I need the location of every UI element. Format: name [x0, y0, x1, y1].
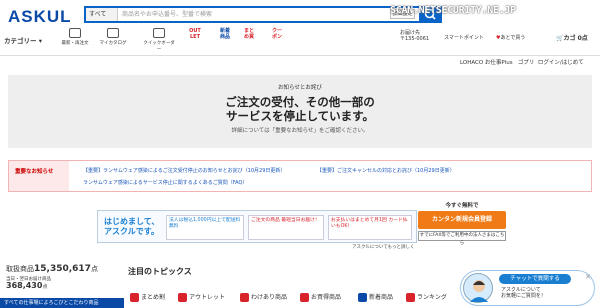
- search-category-select[interactable]: すべて: [86, 8, 118, 21]
- login-link[interactable]: ログイン/はじめて: [538, 60, 584, 66]
- outage-title: ご注文の受付、その他一部の サービスを停止しています。: [8, 95, 592, 123]
- category-bargain-label: お買得商品: [311, 294, 342, 301]
- banner-greeting-line-2: アスクルです。: [104, 227, 159, 236]
- category-ranking[interactable]: ランキング: [406, 292, 447, 302]
- sameday-count-value: 368,430: [6, 281, 43, 290]
- catalog-icon: [107, 28, 119, 38]
- bottom-tab[interactable]: すべての仕事場によろこびとこだわり商品: [0, 298, 124, 308]
- operator-icon: [470, 280, 488, 302]
- cart-label: カゴ 0点: [563, 35, 588, 42]
- important-link-ransomware[interactable]: 【重要】ランサムウェア感染によるご注文受付停止のお知らせとお詫び（10月29日更…: [83, 167, 285, 174]
- category-outlet-label: アウトレット: [189, 294, 226, 301]
- chat-body: アスクルについて お気軽にご質問を！: [501, 287, 546, 299]
- nav-my-catalog[interactable]: マイカタログ: [96, 28, 130, 46]
- address-zip: 〒135-0061: [400, 36, 430, 42]
- gopri-link[interactable]: ゴプリ: [518, 60, 535, 66]
- outage-title-line-2: サービスを停止しています。: [225, 109, 374, 123]
- category-bulk-discount[interactable]: まとめ割: [130, 292, 165, 302]
- outage-title-line-1: ご注文の受付、その他一部の: [225, 95, 375, 109]
- category-bulk-discount-label: まとめ割: [141, 294, 166, 301]
- important-link-faq[interactable]: ランサムウェア感染によるサービス停止に関するよくあるご質問（FAQ）: [83, 179, 247, 186]
- promo-bulk[interactable]: まとめ買: [242, 28, 256, 46]
- search-input[interactable]: 商品名やお申込番号、型番で検索: [122, 8, 212, 21]
- ranking-icon: [406, 293, 415, 302]
- promo-coupon[interactable]: クーポン: [270, 28, 284, 46]
- favorites-link[interactable]: ♥あとで買う: [496, 34, 525, 41]
- category-menu-label: カテゴリー: [4, 37, 37, 45]
- bargain-icon: [300, 293, 309, 302]
- nav-quick-order-label: クイックオーダー: [143, 41, 175, 52]
- favorites-label: あとで買う: [500, 35, 526, 41]
- free-signup-text: 今すぐ無料で: [445, 203, 479, 209]
- discount-icon: [240, 293, 249, 302]
- category-outlet[interactable]: アウトレット: [178, 292, 225, 302]
- signup-banner[interactable]: はじめまして、 アスクルです。 法人は税込1,000円以上で配送料無料 ご注文の…: [97, 210, 417, 243]
- promo-new-items[interactable]: 新着商品: [218, 28, 232, 46]
- chat-avatar: [463, 273, 493, 303]
- category-new-label: 新着商品: [369, 294, 394, 301]
- delivery-address[interactable]: お届け先 〒135-0061: [400, 30, 429, 42]
- product-count: 取扱商品15,350,617点: [6, 264, 98, 274]
- cart-button[interactable]: 🛒カゴ 0点: [556, 33, 588, 42]
- nav-reorder[interactable]: 最新・再注文: [58, 28, 92, 46]
- about-askul-link[interactable]: アスクルについてもっと詳しく: [352, 244, 415, 250]
- chat-title: チャットで質問する: [499, 274, 571, 284]
- promo-outlet[interactable]: OUT LET: [188, 28, 202, 46]
- category-new[interactable]: 新着商品: [358, 292, 393, 302]
- banner-greeting: はじめまして、 アスクルです。: [104, 217, 159, 237]
- product-count-value: 15,350,617: [34, 264, 91, 274]
- outlet-icon: [178, 293, 187, 302]
- important-notices: 重要なお知らせ 【重要】ランサムウェア感染によるご注文受付停止のお知らせとお詫び…: [8, 160, 592, 192]
- chat-widget[interactable]: チャットで質問する アスクルについて お気軽にご質問を！ ✕: [460, 270, 595, 306]
- sub-header-links: LOHACO お仕事Plus ゴプリ ログイン/はじめて: [460, 58, 584, 66]
- quick-order-icon: [153, 28, 165, 38]
- new-member-signup-button[interactable]: カンタン新規会員登録: [418, 211, 506, 229]
- search-bar: すべて 商品名やお申込番号、型番で検索 詳細設定: [84, 6, 442, 23]
- banner-greeting-line-1: はじめまして、: [104, 217, 160, 226]
- sameday-count: 当日・翌日お届け商品 368,430点: [6, 277, 51, 290]
- nav-my-catalog-label: マイカタログ: [99, 41, 127, 46]
- banner-payment: お支払いはまとめて月1回 カード払いもOK！: [328, 215, 412, 240]
- bulk-icon: [130, 293, 139, 302]
- existing-fax-user-button[interactable]: すでにFAX等でご利用中の法人さまはこちら: [418, 231, 506, 246]
- important-label: 重要なお知らせ: [9, 161, 69, 191]
- banner-free-shipping: 法人は税込1,000円以上で配送料無料: [166, 215, 244, 240]
- clock-icon: [69, 28, 81, 38]
- points-link[interactable]: スマートポイント: [444, 34, 484, 41]
- category-discounted-label: わけあり商品: [251, 294, 288, 301]
- site-header: ASKUL すべて 商品名やお申込番号、型番で検索 詳細設定 SCAN.NETS…: [0, 0, 600, 56]
- nav-quick-order[interactable]: クイックオーダー: [142, 28, 176, 52]
- important-link-cancel[interactable]: 【重要】ご注文キャンセルの対応とお詫び（10月29日更新）: [317, 167, 455, 174]
- category-discounted[interactable]: わけあり商品: [240, 292, 287, 302]
- watermark-text: SCAN.NETSECURITY.NE.JP: [390, 5, 516, 16]
- category-ranking-label: ランキング: [417, 294, 447, 301]
- outage-label: お知らせとお詫び: [278, 85, 322, 91]
- lohaco-link[interactable]: LOHACO お仕事Plus: [460, 60, 513, 66]
- page: { "header": { "logo": "ASKUL", "search":…: [0, 0, 600, 308]
- banner-same-day: ご注文の商品 最短当日お届け！: [248, 215, 324, 240]
- product-count-unit: 点: [90, 265, 98, 273]
- sameday-count-unit: 点: [42, 284, 48, 290]
- close-icon[interactable]: ✕: [585, 273, 591, 281]
- category-menu-button[interactable]: カテゴリー ▾: [4, 35, 42, 45]
- outage-notice: お知らせとお詫び ご注文の受付、その他一部の サービスを停止しています。 詳細に…: [8, 75, 592, 148]
- outage-detail: 詳細については「重要なお知らせ」をご確認ください。: [231, 128, 369, 134]
- product-count-label: 取扱商品: [6, 265, 34, 273]
- new-icon: [358, 293, 367, 302]
- chat-body-line-2: お気軽にご質問を！: [501, 293, 546, 299]
- askul-logo[interactable]: ASKUL: [8, 7, 72, 27]
- topics-heading: 注目のトピックス: [128, 267, 192, 276]
- nav-reorder-label: 最新・再注文: [61, 41, 89, 46]
- category-bargain[interactable]: お買得商品: [300, 292, 341, 302]
